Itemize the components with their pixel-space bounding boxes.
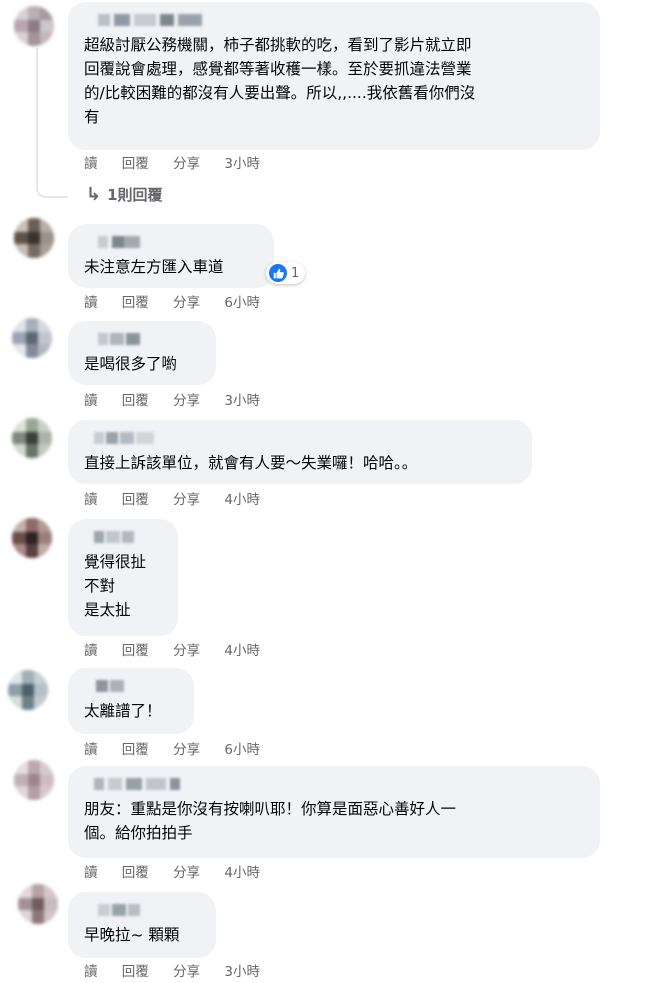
- author-name[interactable]: [84, 775, 584, 793]
- share-link[interactable]: 分享: [173, 962, 200, 982]
- author-name[interactable]: [84, 528, 162, 546]
- comment-actions: 讀 回覆 分享 4小時: [84, 863, 260, 883]
- comment-actions: 讀 回覆 分享 3小時: [84, 962, 260, 982]
- comment-text: 覺得很扯 不對 是太扯: [84, 553, 147, 619]
- timestamp[interactable]: 3小時: [224, 962, 260, 982]
- comment-bubble: 直接上訴該單位，就會有人要～失業囉！哈哈。。: [68, 420, 532, 484]
- share-link[interactable]: 分享: [173, 154, 200, 174]
- reaction-badge[interactable]: 1: [266, 262, 306, 284]
- reply-link[interactable]: 回覆: [122, 863, 149, 883]
- read-link[interactable]: 讀: [84, 293, 98, 313]
- share-link[interactable]: 分享: [173, 490, 200, 510]
- timestamp[interactable]: 6小時: [224, 740, 260, 760]
- comment-bubble: 早晚拉~ 顆顆: [68, 892, 216, 958]
- author-name[interactable]: [84, 330, 200, 348]
- comment-bubble: 朋友：重點是你沒有按喇叭耶！你算是面惡心善好人一 個。給你拍拍手: [68, 766, 600, 858]
- avatar[interactable]: [12, 518, 52, 558]
- reply-link[interactable]: 回覆: [122, 641, 149, 661]
- share-link[interactable]: 分享: [173, 293, 200, 313]
- read-link[interactable]: 讀: [84, 154, 98, 174]
- read-link[interactable]: 讀: [84, 490, 98, 510]
- replies-count: 1則回覆: [107, 186, 163, 204]
- comment-actions: 讀 回覆 分享 6小時: [84, 293, 260, 313]
- timestamp[interactable]: 4小時: [224, 863, 260, 883]
- read-link[interactable]: 讀: [84, 962, 98, 982]
- avatar[interactable]: [8, 670, 48, 710]
- comment-actions: 讀 回覆 分享 4小時: [84, 641, 260, 661]
- reply-link[interactable]: 回覆: [122, 293, 149, 313]
- avatar[interactable]: [18, 884, 58, 924]
- timestamp[interactable]: 4小時: [224, 641, 260, 661]
- comment-actions: 讀 回覆 分享 6小時: [84, 740, 260, 760]
- avatar[interactable]: [14, 760, 54, 800]
- author-name[interactable]: [84, 677, 178, 695]
- avatar[interactable]: [14, 218, 54, 258]
- read-link[interactable]: 讀: [84, 863, 98, 883]
- reply-link[interactable]: 回覆: [122, 154, 149, 174]
- timestamp[interactable]: 4小時: [224, 490, 260, 510]
- read-link[interactable]: 讀: [84, 641, 98, 661]
- reply-link[interactable]: 回覆: [122, 391, 149, 411]
- like-icon: [269, 264, 287, 282]
- share-link[interactable]: 分享: [173, 391, 200, 411]
- comment-actions: 讀 回覆 分享 3小時: [84, 391, 260, 411]
- share-link[interactable]: 分享: [173, 863, 200, 883]
- comment-bubble: 超級討厭公務機關，柿子都挑軟的吃，看到了影片就立即 回覆說會處理，感覺都等著收穫…: [68, 2, 600, 150]
- comment-actions: 讀 回覆 分享 3小時: [84, 154, 260, 174]
- comment-actions: 讀 回覆 分享 4小時: [84, 490, 260, 510]
- comment-text: 太離譜了！: [84, 702, 162, 720]
- timestamp[interactable]: 3小時: [224, 391, 260, 411]
- author-name[interactable]: [84, 11, 584, 29]
- comment-bubble: 未注意左方匯入車道: [68, 224, 274, 288]
- timestamp[interactable]: 3小時: [224, 154, 260, 174]
- read-link[interactable]: 讀: [84, 391, 98, 411]
- author-name[interactable]: [84, 233, 258, 251]
- view-replies-button[interactable]: ↳ 1則回覆: [86, 184, 163, 205]
- read-link[interactable]: 讀: [84, 740, 98, 760]
- share-link[interactable]: 分享: [173, 641, 200, 661]
- author-name[interactable]: [84, 901, 200, 919]
- reply-arrow-icon: ↳: [86, 184, 102, 205]
- timestamp[interactable]: 6小時: [224, 293, 260, 313]
- comment-text: 超級討厭公務機關，柿子都挑軟的吃，看到了影片就立即 回覆說會處理，感覺都等著收穫…: [84, 36, 476, 126]
- comment-text: 早晚拉~ 顆顆: [84, 926, 180, 944]
- avatar[interactable]: [14, 6, 54, 46]
- avatar[interactable]: [12, 418, 52, 458]
- thread-connector: [36, 48, 68, 198]
- comment-text: 未注意左方匯入車道: [84, 258, 224, 276]
- reaction-count: 1: [291, 265, 300, 281]
- share-link[interactable]: 分享: [173, 740, 200, 760]
- avatar[interactable]: [12, 318, 52, 358]
- reply-link[interactable]: 回覆: [122, 490, 149, 510]
- comment-text: 直接上訴該單位，就會有人要～失業囉！哈哈。。: [84, 454, 418, 472]
- reply-link[interactable]: 回覆: [122, 962, 149, 982]
- author-name[interactable]: [84, 429, 516, 447]
- comment-bubble: 是喝很多了喲: [68, 321, 216, 385]
- comment-bubble: 覺得很扯 不對 是太扯: [68, 519, 178, 636]
- comment-text: 朋友：重點是你沒有按喇叭耶！你算是面惡心善好人一 個。給你拍拍手: [84, 800, 457, 842]
- reply-link[interactable]: 回覆: [122, 740, 149, 760]
- comment-bubble: 太離譜了！: [68, 668, 194, 734]
- comment-text: 是喝很多了喲: [84, 355, 178, 373]
